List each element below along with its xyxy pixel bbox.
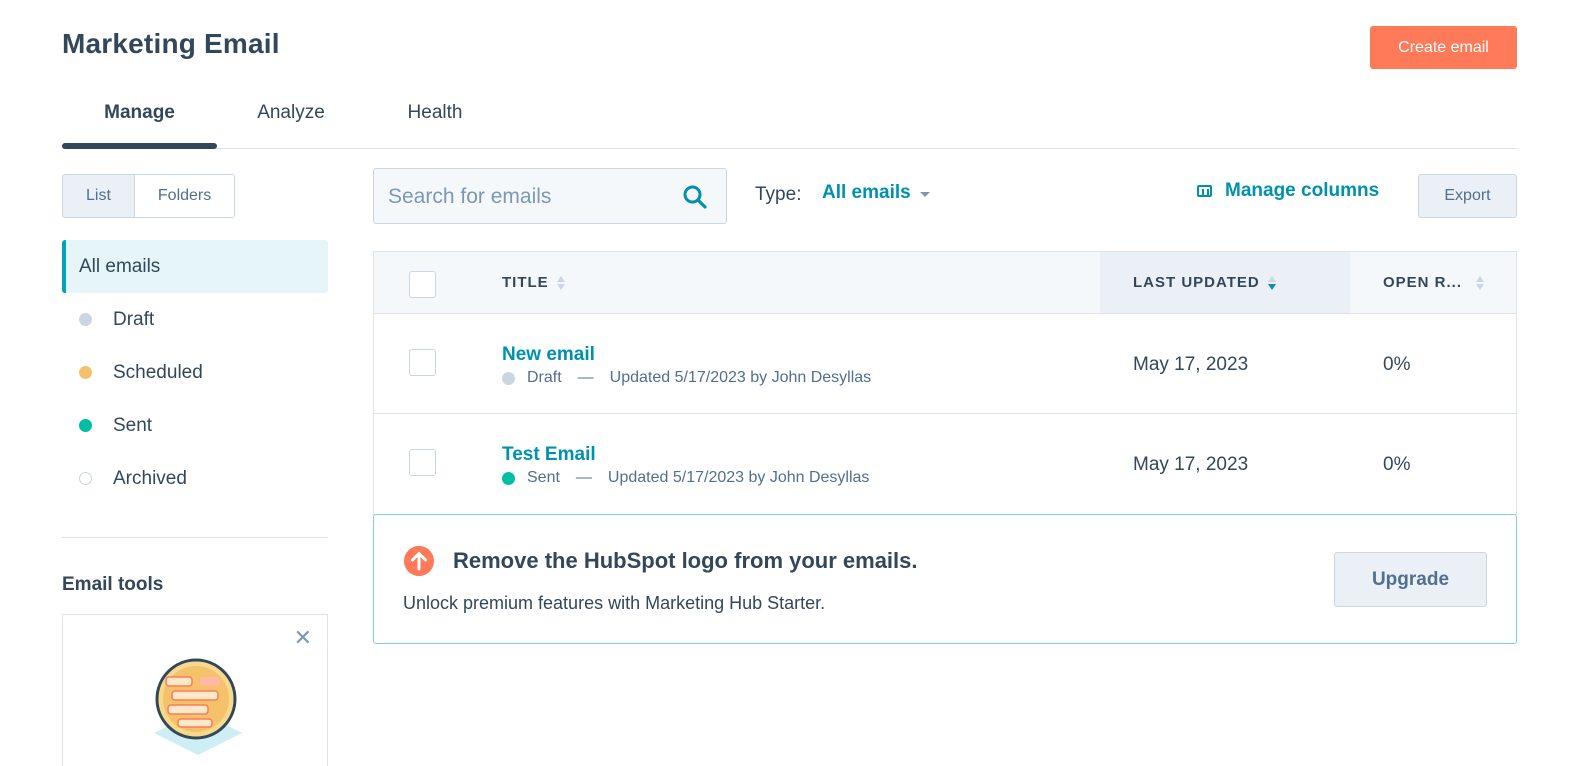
filter-archived[interactable]: Archived [62,452,328,505]
sent-status-dot [502,471,515,485]
tab-analyze[interactable]: Analyze [247,95,335,149]
filter-sent[interactable]: Sent [62,399,328,452]
type-dropdown[interactable]: All emails [822,182,930,204]
email-title-link[interactable]: New email [502,344,595,366]
email-open-rate: 0% [1383,454,1411,475]
sort-icon [1476,275,1485,290]
upgrade-banner: Remove the HubSpot logo from your emails… [373,514,1517,644]
filter-scheduled[interactable]: Scheduled [62,346,328,399]
table-header: TITLE LAST UPDATED OPEN R... [374,252,1516,314]
email-illustration-icon [154,658,242,755]
columns-icon [1197,185,1212,197]
column-header-label: TITLE [502,274,549,291]
filter-label: Draft [113,308,155,330]
sent-status-dot [79,419,92,432]
email-last-updated: May 17, 2023 [1133,454,1249,475]
email-tools-heading: Email tools [62,574,164,595]
select-all-checkbox[interactable] [409,271,436,298]
upgrade-banner-title: Remove the HubSpot logo from your emails… [453,548,918,573]
email-last-updated: May 17, 2023 [1133,354,1249,375]
upgrade-button[interactable]: Upgrade [1334,552,1487,607]
create-email-button[interactable]: Create email [1370,26,1517,69]
draft-status-dot [79,313,92,326]
meta-separator: — [577,369,594,386]
email-updated-text: Updated 5/17/2023 by John Desyllas [607,469,870,486]
type-label: Type: [755,184,802,205]
email-tools-card: ✕ [62,614,328,766]
chevron-down-icon [919,191,930,197]
sort-icon [556,275,565,290]
row-checkbox[interactable] [409,349,436,376]
arrow-up-circle-icon [404,546,434,576]
email-title-link[interactable]: Test Email [502,444,596,466]
tab-health[interactable]: Health [395,95,475,149]
meta-separator: — [575,469,592,486]
filter-draft[interactable]: Draft [62,293,328,346]
sidebar-divider [62,537,328,538]
view-list-option[interactable]: List [63,175,135,217]
scheduled-status-dot [79,366,92,379]
type-dropdown-value: All emails [822,182,911,203]
search-input[interactable] [388,179,668,215]
email-table: TITLE LAST UPDATED OPEN R... New email D… [373,251,1517,515]
tab-bar: Manage Analyze Health [62,95,1517,149]
draft-status-dot [502,371,515,385]
column-header-title[interactable]: TITLE [502,252,565,313]
status-filter-list: All emails Draft Scheduled Sent Archived [62,240,328,505]
active-tab-indicator [62,143,217,149]
table-row: Test Email Sent — Updated 5/17/2023 by J… [374,414,1516,514]
email-meta: Sent — Updated 5/17/2023 by John Desylla… [502,469,869,487]
upgrade-banner-subtitle: Unlock premium features with Marketing H… [403,593,826,613]
column-header-label: LAST UPDATED [1133,274,1260,291]
manage-columns-label: Manage columns [1225,180,1380,201]
manage-columns-button[interactable]: Manage columns [1197,180,1379,202]
close-icon[interactable]: ✕ [294,627,312,649]
column-header-last-updated[interactable]: LAST UPDATED [1100,252,1350,313]
email-status: Sent [527,469,560,486]
page-title: Marketing Email [62,28,280,59]
view-toggle: List Folders [62,174,236,218]
email-meta: Draft — Updated 5/17/2023 by John Desyll… [502,369,871,387]
table-row: New email Draft — Updated 5/17/2023 by J… [374,314,1516,414]
filter-all-emails[interactable]: All emails [62,240,328,293]
column-header-open-rate[interactable]: OPEN R... [1383,252,1485,313]
search-icon[interactable] [682,184,708,210]
filter-label: Scheduled [113,361,203,383]
column-header-label: OPEN R... [1383,274,1463,291]
archived-status-dot [79,472,92,485]
export-button[interactable]: Export [1418,174,1517,218]
view-folders-option[interactable]: Folders [134,175,235,217]
filter-label: All emails [79,255,161,277]
search-box [373,168,727,224]
sort-descending-icon [1267,275,1276,290]
row-checkbox[interactable] [409,449,436,476]
email-open-rate: 0% [1383,354,1411,375]
email-status: Draft [527,369,562,386]
email-updated-text: Updated 5/17/2023 by John Desyllas [609,369,872,386]
filter-label: Sent [113,414,153,436]
filter-label: Archived [113,467,187,489]
tab-manage[interactable]: Manage [62,95,217,149]
